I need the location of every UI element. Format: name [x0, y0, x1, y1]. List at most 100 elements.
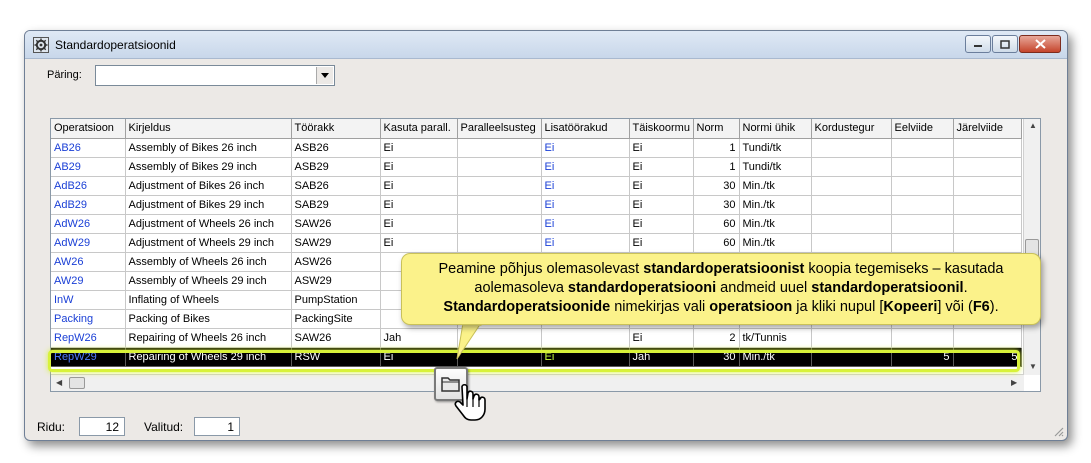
- table-cell[interactable]: Min./tk: [739, 233, 812, 253]
- table-cell[interactable]: Ei: [380, 176, 458, 196]
- table-cell[interactable]: PumpStation: [291, 290, 381, 310]
- table-cell[interactable]: Tundi/tk: [739, 157, 812, 177]
- table-cell[interactable]: Jah: [380, 328, 458, 348]
- column-header[interactable]: Operatsioon: [51, 119, 126, 139]
- table-cell[interactable]: Tundi/tk: [739, 138, 812, 158]
- table-cell[interactable]: AdB29: [51, 195, 126, 215]
- table-cell[interactable]: [457, 233, 542, 253]
- table-cell[interactable]: AdW29: [51, 233, 126, 253]
- table-cell[interactable]: [953, 233, 1022, 253]
- table-cell[interactable]: RepW26: [51, 328, 126, 348]
- scroll-right-icon[interactable]: ▶: [1011, 378, 1017, 387]
- table-cell[interactable]: AdW26: [51, 214, 126, 234]
- table-cell[interactable]: [891, 138, 954, 158]
- table-cell[interactable]: ASB26: [291, 138, 381, 158]
- table-cell[interactable]: [953, 214, 1022, 234]
- maximize-button[interactable]: [992, 35, 1018, 53]
- table-cell[interactable]: Assembly of Bikes 29 inch: [125, 157, 292, 177]
- table-cell[interactable]: Ei: [541, 347, 630, 367]
- horizontal-scroll-thumb[interactable]: [69, 377, 85, 389]
- table-cell[interactable]: 2: [693, 328, 740, 348]
- table-cell[interactable]: SAW26: [291, 214, 381, 234]
- table-cell[interactable]: AW26: [51, 252, 126, 272]
- column-header[interactable]: Täiskoormu: [629, 119, 694, 139]
- column-header[interactable]: Töörakk: [291, 119, 381, 139]
- table-cell[interactable]: [811, 214, 892, 234]
- column-header[interactable]: Kirjeldus: [125, 119, 292, 139]
- table-cell[interactable]: Adjustment of Wheels 29 inch: [125, 233, 292, 253]
- table-cell[interactable]: 30: [693, 347, 740, 367]
- column-header[interactable]: Paralleelsusteg: [457, 119, 542, 139]
- table-cell[interactable]: Ei: [629, 157, 694, 177]
- table-cell[interactable]: 1: [693, 138, 740, 158]
- table-cell[interactable]: Ei: [380, 347, 458, 367]
- table-cell[interactable]: Packing of Bikes: [125, 309, 292, 329]
- column-header[interactable]: Järelviide: [953, 119, 1022, 139]
- table-row[interactable]: AdB26 Adjustment of Bikes 26 inch SAB26 Ei E…: [51, 176, 1022, 196]
- table-cell[interactable]: Assembly of Wheels 26 inch: [125, 252, 292, 272]
- table-cell[interactable]: tk/Tunnis: [739, 328, 812, 348]
- table-cell[interactable]: Ei: [541, 157, 630, 177]
- title-bar[interactable]: Standardoperatsioonid: [25, 31, 1067, 59]
- table-cell[interactable]: 5: [891, 347, 954, 367]
- table-row[interactable]: RepW29 Repairing of Wheels 29 inch RSW Ei Ei…: [51, 347, 1022, 367]
- table-cell[interactable]: Ei: [380, 138, 458, 158]
- table-cell[interactable]: 30: [693, 195, 740, 215]
- table-cell[interactable]: Ei: [629, 176, 694, 196]
- table-cell[interactable]: [457, 157, 542, 177]
- table-row[interactable]: AB26 Assembly of Bikes 26 inch ASB26 Ei Ei Ei…: [51, 138, 1022, 158]
- table-cell[interactable]: Ei: [629, 233, 694, 253]
- table-cell[interactable]: Ei: [541, 138, 630, 158]
- table-cell[interactable]: ASW26: [291, 252, 381, 272]
- table-cell[interactable]: Adjustment of Wheels 26 inch: [125, 214, 292, 234]
- table-cell[interactable]: Ei: [380, 157, 458, 177]
- table-cell[interactable]: [811, 157, 892, 177]
- table-cell[interactable]: [953, 195, 1022, 215]
- table-cell[interactable]: [811, 138, 892, 158]
- table-cell[interactable]: Ei: [541, 214, 630, 234]
- table-cell[interactable]: [811, 347, 892, 367]
- table-cell[interactable]: 60: [693, 214, 740, 234]
- table-cell[interactable]: Adjustment of Bikes 26 inch: [125, 176, 292, 196]
- table-cell[interactable]: Assembly of Bikes 26 inch: [125, 138, 292, 158]
- table-cell[interactable]: [457, 195, 542, 215]
- table-cell[interactable]: [811, 195, 892, 215]
- table-cell[interactable]: [891, 157, 954, 177]
- table-cell[interactable]: [457, 138, 542, 158]
- table-cell[interactable]: AW29: [51, 271, 126, 291]
- table-cell[interactable]: InW: [51, 290, 126, 310]
- table-cell[interactable]: [541, 328, 630, 348]
- column-header[interactable]: Normi ühik: [739, 119, 812, 139]
- table-cell[interactable]: Min./tk: [739, 214, 812, 234]
- table-cell[interactable]: 60: [693, 233, 740, 253]
- column-header[interactable]: Eelviide: [891, 119, 954, 139]
- table-cell[interactable]: [457, 176, 542, 196]
- table-cell[interactable]: Ei: [541, 233, 630, 253]
- table-cell[interactable]: ASB29: [291, 157, 381, 177]
- table-cell[interactable]: [891, 233, 954, 253]
- table-row[interactable]: AdW26 Adjustment of Wheels 26 inch SAW26 Ei…: [51, 214, 1022, 234]
- table-cell[interactable]: 30: [693, 176, 740, 196]
- table-row[interactable]: AdW29 Adjustment of Wheels 29 inch SAW29 Ei…: [51, 233, 1022, 253]
- table-cell[interactable]: SAW29: [291, 233, 381, 253]
- table-cell[interactable]: [811, 328, 892, 348]
- table-cell[interactable]: Packing: [51, 309, 126, 329]
- table-row[interactable]: RepW26 Repairing of Wheels 26 inch SAW26 Ja…: [51, 328, 1022, 348]
- column-header[interactable]: Lisatöörakud: [541, 119, 630, 139]
- table-cell[interactable]: [891, 176, 954, 196]
- table-cell[interactable]: SAB29: [291, 195, 381, 215]
- table-cell[interactable]: Inflating of Wheels: [125, 290, 292, 310]
- table-cell[interactable]: Repairing of Wheels 26 inch: [125, 328, 292, 348]
- table-cell[interactable]: Adjustment of Bikes 29 inch: [125, 195, 292, 215]
- table-cell[interactable]: Ei: [541, 176, 630, 196]
- table-cell[interactable]: Ei: [380, 195, 458, 215]
- table-cell[interactable]: SAW26: [291, 328, 381, 348]
- column-header[interactable]: Norm: [693, 119, 740, 139]
- table-cell[interactable]: Min./tk: [739, 176, 812, 196]
- table-cell[interactable]: RepW29: [51, 347, 126, 367]
- table-cell[interactable]: [891, 328, 954, 348]
- table-cell[interactable]: Ei: [629, 214, 694, 234]
- table-cell[interactable]: SAB26: [291, 176, 381, 196]
- table-cell[interactable]: ASW29: [291, 271, 381, 291]
- table-cell[interactable]: Ei: [380, 233, 458, 253]
